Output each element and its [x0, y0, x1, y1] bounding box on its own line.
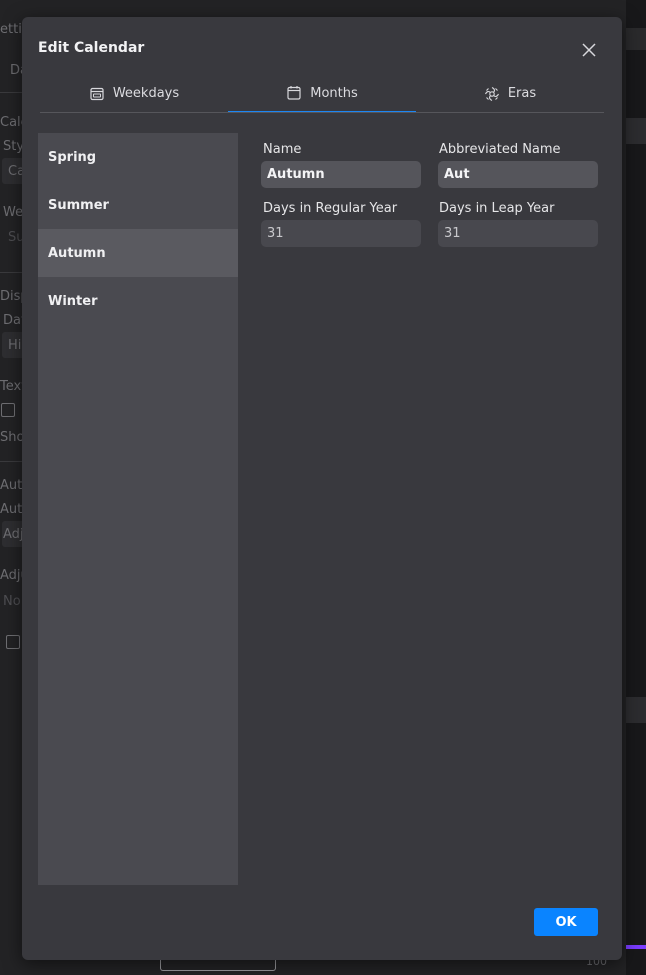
tab-weekdays[interactable]: Weekdays — [40, 75, 228, 112]
dialog-title: Edit Calendar — [38, 40, 145, 56]
bg-divider — [0, 272, 22, 273]
days-regular-year-label: Days in Regular Year — [263, 201, 398, 216]
bg-divider — [0, 92, 22, 93]
bg-style-label: Sty — [3, 139, 25, 154]
tab-eras[interactable]: Eras — [416, 75, 604, 112]
bg-checkbox — [6, 635, 20, 649]
name-field[interactable] — [261, 161, 421, 188]
abbreviated-name-field[interactable] — [438, 161, 598, 188]
bg-week-label: We — [3, 205, 24, 220]
list-item-winter[interactable]: Winter — [38, 277, 238, 325]
bg-adjust-value-2: No — [3, 594, 21, 609]
calendar-icon — [287, 86, 301, 100]
bg-right-row — [626, 697, 646, 723]
ok-button[interactable]: OK — [534, 908, 598, 936]
tab-months-label: Months — [310, 85, 358, 101]
bg-progress-bar — [626, 945, 646, 949]
list-item-autumn[interactable]: Autumn — [38, 229, 238, 277]
abbreviated-name-label: Abbreviated Name — [439, 142, 561, 157]
bg-right-panel — [626, 0, 646, 975]
bg-right-header — [626, 28, 646, 50]
tab-weekdays-label: Weekdays — [112, 86, 180, 101]
days-leap-year-field[interactable] — [438, 220, 598, 247]
close-button[interactable] — [578, 39, 600, 61]
list-item-spring[interactable]: Spring — [38, 133, 238, 181]
name-label: Name — [263, 142, 302, 157]
bg-divider — [0, 461, 22, 462]
tab-months[interactable]: Months — [228, 75, 416, 112]
bg-show-label: Sho — [0, 430, 25, 445]
days-regular-year-field[interactable] — [261, 220, 421, 247]
edit-calendar-dialog: Edit Calendar Weekdays Months Eras Sprin… — [22, 17, 622, 960]
bg-day-value: Hi — [8, 338, 22, 353]
months-list: Spring Summer Autumn Winter — [38, 133, 238, 885]
weekdays-icon — [90, 87, 104, 100]
bg-settings-title: etti — [0, 22, 22, 37]
bg-adjust-value: Adj — [3, 527, 24, 542]
bg-checkbox — [1, 403, 15, 417]
days-leap-year-label: Days in Leap Year — [439, 201, 555, 216]
close-icon — [582, 43, 596, 57]
bg-right-row — [626, 118, 646, 144]
list-item-summer[interactable]: Summer — [38, 181, 238, 229]
tab-eras-label: Eras — [507, 86, 537, 101]
tab-bar: Weekdays Months Eras — [40, 75, 604, 113]
eras-icon — [484, 86, 499, 101]
